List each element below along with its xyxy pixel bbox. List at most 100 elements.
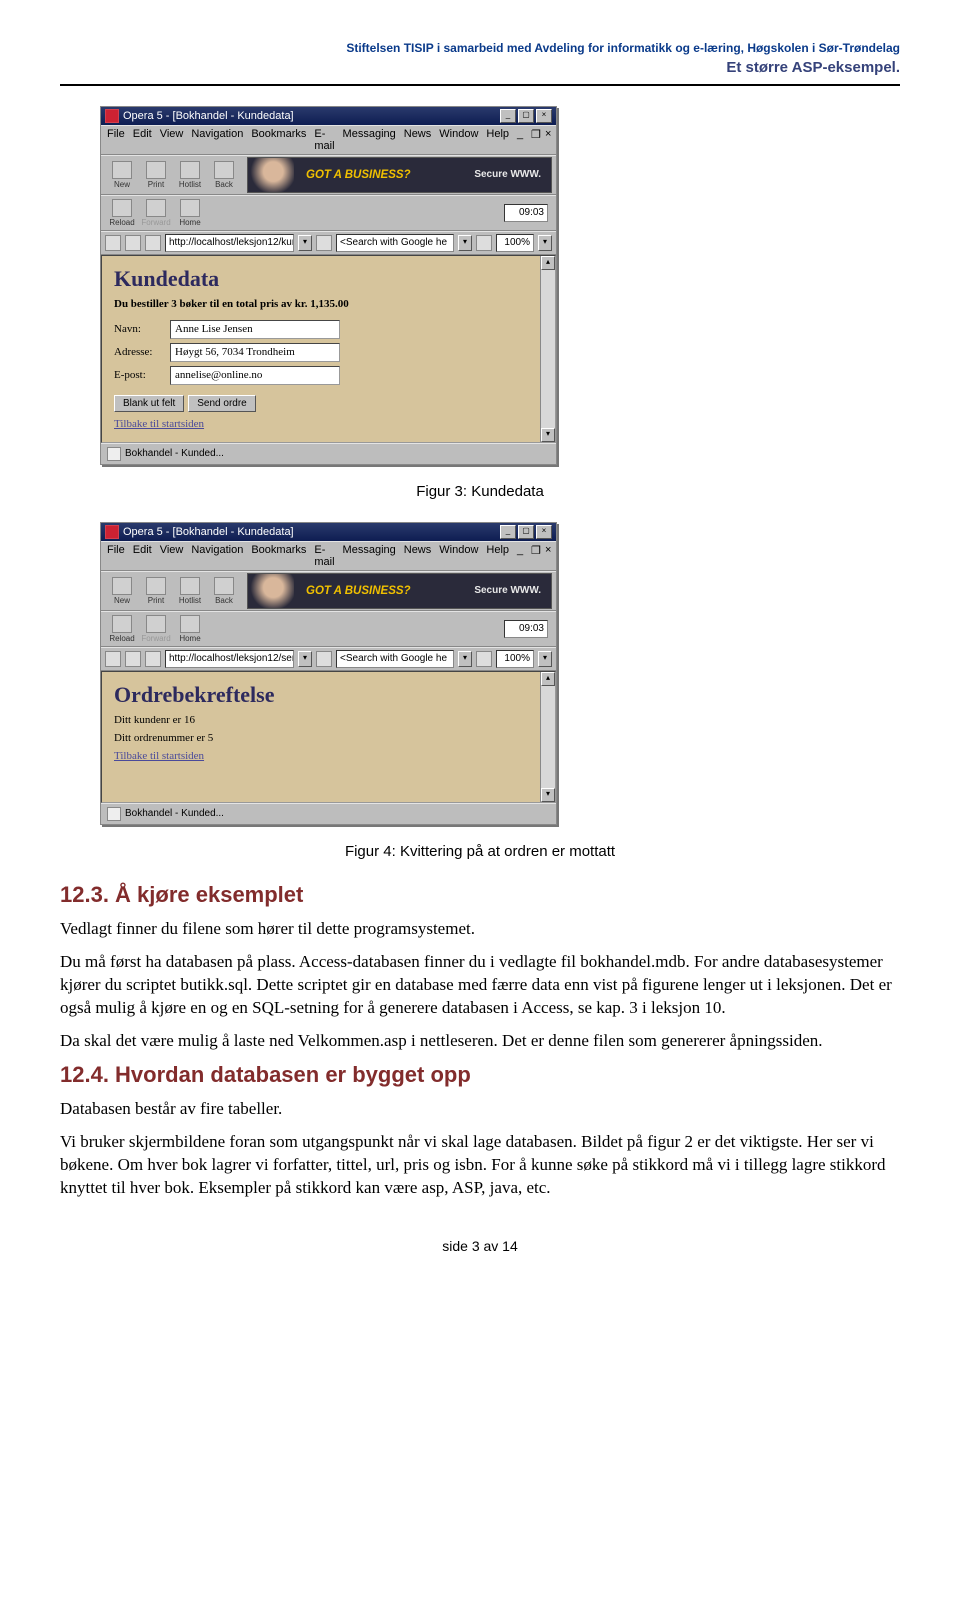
menu-email[interactable]: E-mail [314,128,334,152]
menu-view[interactable]: View [160,128,184,152]
wand-icon[interactable] [125,651,141,667]
close-button[interactable]: × [536,525,552,539]
search-go-icon[interactable] [476,235,492,251]
address-toolbar: http://localhost/leksjon12/sendordre.asp… [101,647,556,671]
zoom-input[interactable]: 100% [496,650,534,668]
search-input[interactable]: <Search with Google he [336,234,454,252]
menu-window[interactable]: Window [439,128,478,152]
navn-input[interactable]: Anne Lise Jensen [170,320,340,339]
menu-help[interactable]: Help [486,128,509,152]
menu-messaging[interactable]: Messaging [343,128,396,152]
close-button[interactable]: × [536,109,552,123]
menu-edit[interactable]: Edit [133,128,152,152]
wand-icon[interactable] [125,235,141,251]
ad-banner[interactable]: GOT A BUSINESS? Secure WWW. [247,573,552,609]
doc-icon[interactable] [145,651,161,667]
bookmark-icon[interactable] [105,651,121,667]
menu-view[interactable]: View [160,544,184,568]
tool-reload[interactable]: Reload [105,613,139,645]
vertical-scrollbar[interactable]: ▴ ▾ [540,256,555,442]
tool-reload[interactable]: Reload [105,197,139,229]
toolbar-nav: Reload Forward Home 09:03 [101,611,556,647]
hotlist-icon [180,161,200,179]
send-button[interactable]: Send ordre [188,395,255,412]
tool-back[interactable]: Back [207,575,241,607]
address-input[interactable]: http://localhost/leksjon12/sendordre.asp [165,650,294,668]
scroll-up-icon[interactable]: ▴ [541,256,555,270]
search-go-icon[interactable] [476,651,492,667]
banner-face-image [248,574,294,608]
tool-back[interactable]: Back [207,159,241,191]
menu-edit[interactable]: Edit [133,544,152,568]
status-doc-icon [107,807,121,821]
menu-bookmarks[interactable]: Bookmarks [251,128,306,152]
scroll-up-icon[interactable]: ▴ [541,672,555,686]
window-titlebar: Opera 5 - [Bokhandel - Kundedata] _ ▢ × [101,107,556,125]
adresse-input[interactable]: Høygt 56, 7034 Trondheim [170,343,340,362]
ad-banner[interactable]: GOT A BUSINESS? Secure WWW. [247,157,552,193]
menu-news[interactable]: News [404,544,432,568]
tool-new[interactable]: New [105,159,139,191]
tool-home[interactable]: Home [173,197,207,229]
maximize-button[interactable]: ▢ [518,109,534,123]
menu-bookmarks[interactable]: Bookmarks [251,544,306,568]
scroll-down-icon[interactable]: ▾ [541,788,555,802]
back-link[interactable]: Tilbake til startsiden [114,750,528,762]
menubar[interactable]: File Edit View Navigation Bookmarks E-ma… [101,541,556,571]
vertical-scrollbar[interactable]: ▴ ▾ [540,672,555,802]
tool-print[interactable]: Print [139,159,173,191]
menu-news[interactable]: News [404,128,432,152]
zoom-dropdown-icon[interactable]: ▾ [538,651,552,667]
back-link[interactable]: Tilbake til startsiden [114,418,528,430]
scroll-track[interactable] [541,270,555,428]
menu-help[interactable]: Help [486,544,509,568]
scroll-track[interactable] [541,686,555,788]
search-dropdown-icon[interactable]: ▾ [458,651,472,667]
tool-hotlist[interactable]: Hotlist [173,159,207,191]
tool-home[interactable]: Home [173,613,207,645]
zoom-input[interactable]: 100% [496,234,534,252]
bookmark-icon[interactable] [105,235,121,251]
doc-close-button[interactable]: × [545,544,557,554]
menu-messaging[interactable]: Messaging [343,544,396,568]
app-icon [105,109,119,123]
forward-icon [146,199,166,217]
tool-hotlist[interactable]: Hotlist [173,575,207,607]
address-dropdown-icon[interactable]: ▾ [298,651,312,667]
doc-minimize-button[interactable]: _ [517,544,529,554]
menu-navigation[interactable]: Navigation [191,128,243,152]
banner-text-2: Secure WWW. [474,169,541,180]
blank-button[interactable]: Blank ut felt [114,395,184,412]
tool-new[interactable]: New [105,575,139,607]
doc-minimize-button[interactable]: _ [517,128,529,138]
address-dropdown-icon[interactable]: ▾ [298,235,312,251]
address-input[interactable]: http://localhost/leksjon12/kundedata.asp [165,234,294,252]
search-dropdown-icon[interactable]: ▾ [458,235,472,251]
doc-restore-button[interactable]: ❐ [531,128,543,138]
doc-close-button[interactable]: × [545,128,557,138]
maximize-button[interactable]: ▢ [518,525,534,539]
print-icon [146,577,166,595]
search-input[interactable]: <Search with Google he [336,650,454,668]
tool-forward-label: Forward [141,218,170,227]
tool-reload-label: Reload [109,218,134,227]
home-icon [180,199,200,217]
zoom-dropdown-icon[interactable]: ▾ [538,235,552,251]
epost-input[interactable]: annelise@online.no [170,366,340,385]
menu-email[interactable]: E-mail [314,544,334,568]
minimize-button[interactable]: _ [500,525,516,539]
menu-window[interactable]: Window [439,544,478,568]
go-icon[interactable] [316,651,332,667]
menu-navigation[interactable]: Navigation [191,544,243,568]
menu-file[interactable]: File [107,544,125,568]
minimize-button[interactable]: _ [500,109,516,123]
banner-text-2: Secure WWW. [474,585,541,596]
go-icon[interactable] [316,235,332,251]
tool-print[interactable]: Print [139,575,173,607]
doc-icon[interactable] [145,235,161,251]
menubar[interactable]: File Edit View Navigation Bookmarks E-ma… [101,125,556,155]
menu-file[interactable]: File [107,128,125,152]
scroll-down-icon[interactable]: ▾ [541,428,555,442]
doc-restore-button[interactable]: ❐ [531,544,543,554]
reload-icon [112,199,132,217]
